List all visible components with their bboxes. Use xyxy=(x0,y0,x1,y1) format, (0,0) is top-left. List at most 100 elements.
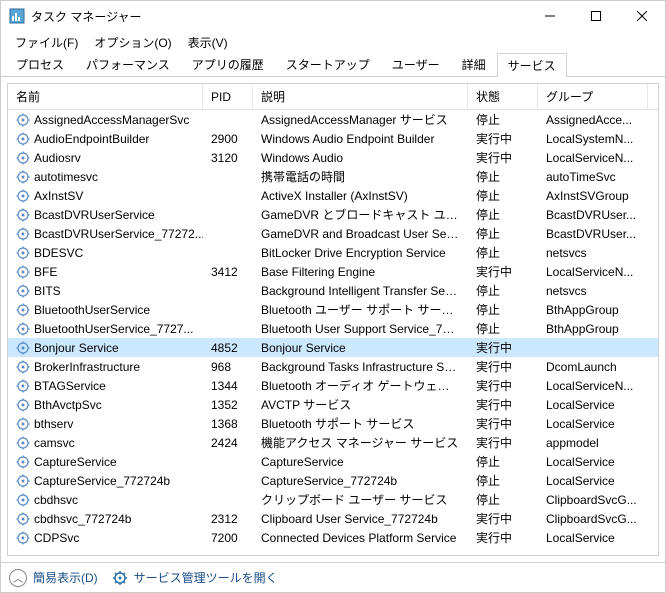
cell-pid xyxy=(203,214,253,216)
cell-pid: 2424 xyxy=(203,435,253,451)
service-icon xyxy=(16,284,30,298)
cell-name: bthserv xyxy=(8,416,203,432)
cell-status: 停止 xyxy=(468,110,538,129)
cell-status: 実行中 xyxy=(468,148,538,167)
cell-name: cbdhsvc_772724b xyxy=(8,511,203,527)
column-header-group[interactable]: グループ xyxy=(538,84,648,109)
tab-performance[interactable]: パフォーマンス xyxy=(75,52,181,76)
service-icon xyxy=(16,512,30,526)
cell-status: 停止 xyxy=(468,300,538,319)
table-row[interactable]: BITSBackground Intelligent Transfer Serv… xyxy=(8,281,658,300)
cell-description: GameDVR とブロードキャスト ユーザー サー... xyxy=(253,205,468,224)
table-row[interactable]: BrokerInfrastructure968Background Tasks … xyxy=(8,357,658,376)
service-icon xyxy=(16,303,30,317)
tab-strip: プロセス パフォーマンス アプリの履歴 スタートアップ ユーザー 詳細 サービス xyxy=(1,53,665,77)
table-row[interactable]: BcastDVRUserService_77272...GameDVR and … xyxy=(8,224,658,243)
cell-pid: 1368 xyxy=(203,416,253,432)
column-header-name[interactable]: 名前 xyxy=(8,84,203,109)
cell-group: ClipboardSvcG... xyxy=(538,511,648,527)
cell-name: camsvc xyxy=(8,435,203,451)
service-icon xyxy=(16,208,30,222)
tab-services[interactable]: サービス xyxy=(497,53,567,77)
cell-pid xyxy=(203,252,253,254)
cell-name: BTAGService xyxy=(8,378,203,394)
table-row[interactable]: CaptureService_772724bCaptureService_772… xyxy=(8,471,658,490)
service-icon xyxy=(16,531,30,545)
cell-description: Background Intelligent Transfer Servi... xyxy=(253,283,468,299)
cell-description: Bluetooth ユーザー サポート サービス xyxy=(253,300,468,319)
cell-group: BthAppGroup xyxy=(538,302,648,318)
cell-description: Clipboard User Service_772724b xyxy=(253,511,468,527)
cell-pid xyxy=(203,461,253,463)
tab-app-history[interactable]: アプリの履歴 xyxy=(181,52,275,76)
tab-users[interactable]: ユーザー xyxy=(381,52,451,76)
table-row[interactable]: BluetoothUserService Bluetooth ユーザー サポート … xyxy=(8,300,658,319)
service-icon xyxy=(16,113,30,127)
cell-pid: 1352 xyxy=(203,397,253,413)
minimize-button[interactable] xyxy=(527,1,573,31)
table-row[interactable]: Audiosrv3120Windows Audio実行中LocalService… xyxy=(8,148,658,167)
cell-description: CaptureService_772724b xyxy=(253,473,468,489)
open-services-button[interactable]: サービス管理ツールを開く xyxy=(112,569,278,586)
tab-details[interactable]: 詳細 xyxy=(451,52,497,76)
cell-group: appmodel xyxy=(538,435,648,451)
services-list[interactable]: AssignedAccessManagerSvcAssignedAccessMa… xyxy=(8,110,658,555)
cell-pid xyxy=(203,328,253,330)
menu-view[interactable]: 表示(V) xyxy=(180,32,236,53)
cell-name: BluetoothUserService xyxy=(8,302,203,318)
cell-group: LocalServiceN... xyxy=(538,264,648,280)
table-row[interactable]: CaptureServiceCaptureService停止LocalServi… xyxy=(8,452,658,471)
table-row[interactable]: CDPSvc7200Connected Devices Platform Ser… xyxy=(8,528,658,547)
service-icon xyxy=(16,493,30,507)
column-header-pid[interactable]: PID xyxy=(203,86,253,108)
maximize-button[interactable] xyxy=(573,1,619,31)
cell-pid xyxy=(203,290,253,292)
column-header-status[interactable]: 状態 xyxy=(468,84,538,109)
table-row[interactable]: camsvc2424機能アクセス マネージャー サービス実行中appmodel xyxy=(8,433,658,452)
close-button[interactable] xyxy=(619,1,665,31)
cell-status: 停止 xyxy=(468,243,538,262)
cell-description: Bluetooth サポート サービス xyxy=(253,414,468,433)
cell-name: AssignedAccessManagerSvc xyxy=(8,112,203,128)
cell-pid: 3412 xyxy=(203,264,253,280)
table-row[interactable]: AxInstSVActiveX Installer (AxInstSV)停止Ax… xyxy=(8,186,658,205)
table-row[interactable]: bthserv1368Bluetooth サポート サービス実行中LocalSe… xyxy=(8,414,658,433)
tab-startup[interactable]: スタートアップ xyxy=(275,52,381,76)
service-icon xyxy=(16,151,30,165)
table-row[interactable]: Bonjour Service4852Bonjour Service実行中 xyxy=(8,338,658,357)
table-row[interactable]: AssignedAccessManagerSvcAssignedAccessMa… xyxy=(8,110,658,129)
table-row[interactable]: BFE3412Base Filtering Engine実行中LocalServ… xyxy=(8,262,658,281)
cell-name: BFE xyxy=(8,264,203,280)
tab-processes[interactable]: プロセス xyxy=(5,52,75,76)
cell-status: 実行中 xyxy=(468,338,538,357)
table-row[interactable]: BluetoothUserService_7727...Bluetooth Us… xyxy=(8,319,658,338)
table-row[interactable]: autotimesvc携帯電話の時間停止autoTimeSvc xyxy=(8,167,658,186)
menu-file[interactable]: ファイル(F) xyxy=(7,32,86,53)
table-row[interactable]: BthAvctpSvc1352AVCTP サービス実行中LocalService xyxy=(8,395,658,414)
service-icon xyxy=(16,417,30,431)
column-header-description[interactable]: 説明 xyxy=(253,84,468,109)
window-title: タスク マネージャー xyxy=(31,8,527,25)
menu-options[interactable]: オプション(O) xyxy=(86,32,179,53)
table-row[interactable]: BTAGService1344Bluetooth オーディオ ゲートウェイ サー… xyxy=(8,376,658,395)
cell-group: LocalServiceN... xyxy=(538,378,648,394)
cell-group: LocalService xyxy=(538,530,648,546)
service-icon xyxy=(16,265,30,279)
table-row[interactable]: cbdhsvc_772724b2312Clipboard User Servic… xyxy=(8,509,658,528)
cell-group: netsvcs xyxy=(538,245,648,261)
table-row[interactable]: AudioEndpointBuilder2900Windows Audio En… xyxy=(8,129,658,148)
table-row[interactable]: BcastDVRUserServiceGameDVR とブロードキャスト ユーザ… xyxy=(8,205,658,224)
cell-status: 停止 xyxy=(468,167,538,186)
cell-pid xyxy=(203,480,253,482)
cell-status: 停止 xyxy=(468,205,538,224)
cell-status: 停止 xyxy=(468,471,538,490)
fewer-details-button[interactable]: ︿ 簡易表示(D) xyxy=(9,569,98,587)
cell-description: Bluetooth オーディオ ゲートウェイ サービス xyxy=(253,376,468,395)
table-row[interactable]: BDESVCBitLocker Drive Encryption Service… xyxy=(8,243,658,262)
cell-description: GameDVR and Broadcast User Servic... xyxy=(253,226,468,242)
service-icon xyxy=(16,322,30,336)
cell-pid xyxy=(203,309,253,311)
table-row[interactable]: cbdhsvcクリップボード ユーザー サービス停止ClipboardSvcG.… xyxy=(8,490,658,509)
cell-status: 停止 xyxy=(468,224,538,243)
cell-status: 停止 xyxy=(468,319,538,338)
